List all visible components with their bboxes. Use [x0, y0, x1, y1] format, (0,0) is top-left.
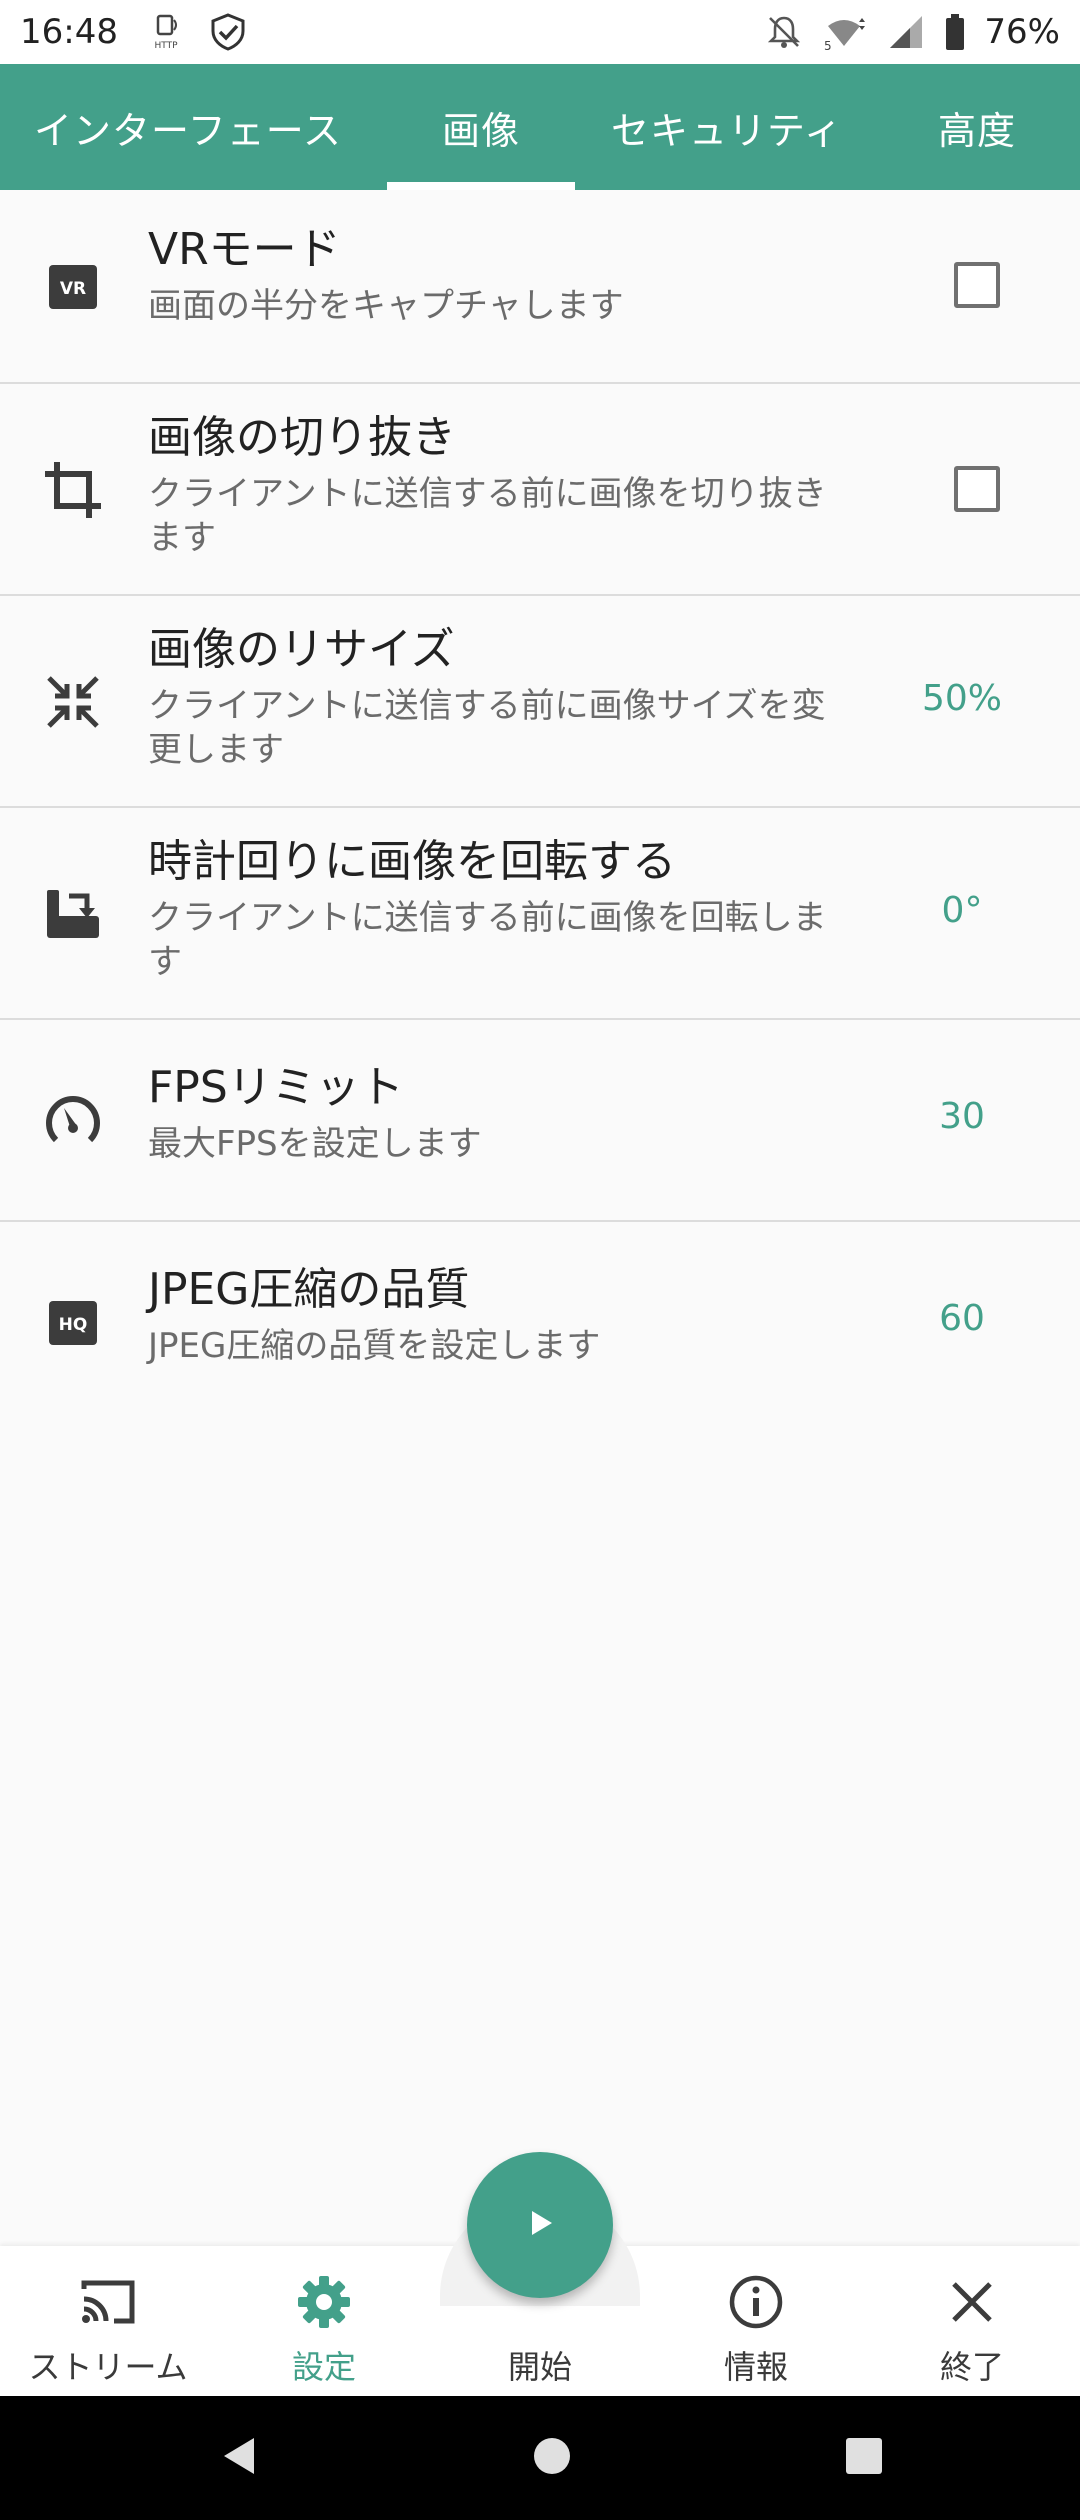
nav-exit[interactable]: 終了 [864, 2246, 1080, 2396]
setting-title: FPSリミット [148, 1062, 404, 1113]
home-icon [532, 2436, 572, 2480]
nav-settings[interactable]: 設定 [216, 2246, 432, 2396]
setting-subtitle: クライアントに送信する前に画像を回転しま す [148, 898, 827, 982]
setting-title: JPEG圧縮の品質 [148, 1264, 470, 1315]
battery-percent: 76% [984, 12, 1060, 52]
jpeg-quality-value: 60 [939, 1298, 985, 1339]
cast-icon [78, 2272, 138, 2332]
nav-label: ストリーム [28, 2348, 188, 2386]
resize-value: 50% [921, 678, 1002, 719]
vr-icon: VR [40, 254, 106, 320]
recents-icon [844, 2436, 884, 2480]
system-navigation-bar [0, 2396, 1080, 2520]
svg-text:5: 5 [824, 39, 832, 52]
status-time: 16:48 [20, 12, 118, 52]
setting-subtitle: 画面の半分をキャプチャします [148, 286, 624, 326]
setting-subtitle: クライアントに送信する前に画像を切り抜き ます [148, 474, 827, 558]
back-icon [218, 2434, 262, 2482]
gear-icon [294, 2272, 354, 2332]
svg-text:HTTP: HTTP [154, 41, 178, 51]
setting-jpeg-quality[interactable]: HQ JPEG圧縮の品質 JPEG圧縮の品質を設定します 60 [0, 1222, 1080, 1422]
setting-crop[interactable]: 画像の切り抜き クライアントに送信する前に画像を切り抜き ます [0, 384, 1080, 596]
shield-check-icon [208, 12, 248, 52]
start-fab-button[interactable] [467, 2152, 613, 2298]
resize-icon [40, 669, 106, 735]
tab-bar: インターフェース 画像 セキュリティ 高度 [0, 64, 1080, 190]
setting-subtitle: 最大FPSを設定します [148, 1124, 482, 1164]
nav-info[interactable]: 情報 [648, 2246, 864, 2396]
fps-value: 30 [939, 1096, 985, 1137]
setting-subtitle: クライアントに送信する前に画像サイズを変 更します [148, 686, 826, 770]
home-button[interactable] [492, 2396, 612, 2520]
active-tab-indicator [387, 182, 575, 190]
crop-checkbox[interactable] [954, 466, 1000, 512]
info-icon [726, 2272, 786, 2332]
svg-text:HQ: HQ [59, 1315, 88, 1335]
wifi-5g-icon: 5 [820, 12, 868, 52]
svg-text:VR: VR [60, 279, 86, 299]
speedometer-icon [40, 1088, 106, 1154]
nav-label: 終了 [939, 2348, 1004, 2386]
setting-subtitle: JPEG圧縮の品質を設定します [148, 1326, 601, 1366]
cell-signal-icon [886, 14, 926, 50]
setting-resize[interactable]: 画像のリサイズ クライアントに送信する前に画像サイズを変 更します 50% [0, 596, 1080, 808]
notifications-off-icon [766, 14, 802, 50]
nav-label: 情報 [723, 2348, 788, 2386]
setting-vr-mode[interactable]: VR VRモード 画面の半分をキャプチャします [0, 190, 1080, 384]
back-button[interactable] [180, 2396, 300, 2520]
status-bar: 16:48 HTTP 5 76% [0, 0, 1080, 64]
tab-advanced[interactable]: 高度 [938, 64, 1016, 190]
setting-title: 画像のリサイズ [148, 624, 455, 675]
tab-image[interactable]: 画像 [442, 64, 520, 190]
crop-icon [40, 457, 106, 523]
hq-icon: HQ [40, 1290, 106, 1356]
rotate-icon [40, 881, 106, 947]
nav-stream[interactable]: ストリーム [0, 2246, 216, 2396]
setting-title: 画像の切り抜き [148, 412, 456, 463]
play-icon [520, 2203, 560, 2247]
tab-security[interactable]: セキュリティ [611, 64, 843, 190]
rotate-value: 0° [941, 890, 983, 931]
nav-label: 設定 [291, 2348, 356, 2386]
tab-interface[interactable]: インターフェース [34, 64, 342, 190]
setting-rotate[interactable]: 時計回りに画像を回転する クライアントに送信する前に画像を回転しま す 0° [0, 808, 1080, 1020]
setting-fps-limit[interactable]: FPSリミット 最大FPSを設定します 30 [0, 1020, 1080, 1222]
recents-button[interactable] [804, 2396, 924, 2520]
close-icon [942, 2272, 1002, 2332]
setting-title: 時計回りに画像を回転する [148, 836, 676, 887]
settings-list: VR VRモード 画面の半分をキャプチャします 画像の切り抜き クライアントに送… [0, 190, 1080, 1422]
vr-mode-checkbox[interactable] [954, 262, 1000, 308]
setting-title: VRモード [148, 224, 341, 275]
nav-label: 開始 [507, 2348, 572, 2386]
battery-icon [944, 13, 966, 51]
http-server-icon: HTTP [146, 12, 186, 52]
